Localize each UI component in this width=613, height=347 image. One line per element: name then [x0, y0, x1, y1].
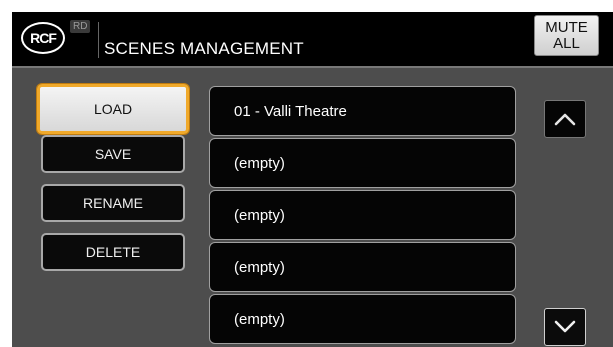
mute-all-label-line2: ALL: [553, 34, 580, 52]
scene-slot-5[interactable]: (empty): [209, 294, 516, 344]
delete-button-label: DELETE: [85, 244, 141, 260]
scene-list: 01 - Valli Theatre (empty) (empty) (empt…: [209, 86, 516, 346]
scene-slot-1[interactable]: 01 - Valli Theatre: [209, 86, 516, 136]
mute-all-label-line1: MUTE: [545, 18, 588, 36]
scene-slot-label: 01 - Valli Theatre: [234, 102, 347, 120]
load-button[interactable]: LOAD: [37, 84, 189, 134]
scroll-up-button[interactable]: [544, 100, 586, 138]
scenes-panel: LOAD SAVE RENAME DELETE 01 - Valli Theat…: [12, 66, 613, 347]
load-button-label: LOAD: [93, 101, 133, 117]
chevron-down-icon: [554, 320, 576, 333]
save-button[interactable]: SAVE: [41, 135, 185, 173]
device-screen: RCF RD SCENES MANAGEMENT MUTE ALL LOAD S…: [12, 12, 613, 347]
rename-button-label: RENAME: [83, 195, 143, 211]
rcf-logo: RCF: [21, 22, 65, 54]
page-title: SCENES MANAGEMENT: [104, 39, 304, 58]
chevron-up-icon: [554, 113, 576, 126]
scroll-down-button[interactable]: [544, 308, 586, 346]
header-divider: [98, 22, 99, 58]
scene-slot-2[interactable]: (empty): [209, 138, 516, 188]
scene-slot-4[interactable]: (empty): [209, 242, 516, 292]
scene-slot-label: (empty): [234, 206, 285, 224]
rename-button[interactable]: RENAME: [41, 184, 185, 222]
save-button-label: SAVE: [94, 146, 132, 162]
header-bar: RCF RD SCENES MANAGEMENT MUTE ALL: [12, 12, 613, 64]
delete-button[interactable]: DELETE: [41, 233, 185, 271]
mute-all-button[interactable]: MUTE ALL: [534, 15, 599, 56]
scene-slot-3[interactable]: (empty): [209, 190, 516, 240]
model-badge: RD: [70, 20, 91, 33]
scene-slot-label: (empty): [234, 310, 285, 328]
scene-slot-label: (empty): [234, 154, 285, 172]
scene-slot-label: (empty): [234, 258, 285, 276]
